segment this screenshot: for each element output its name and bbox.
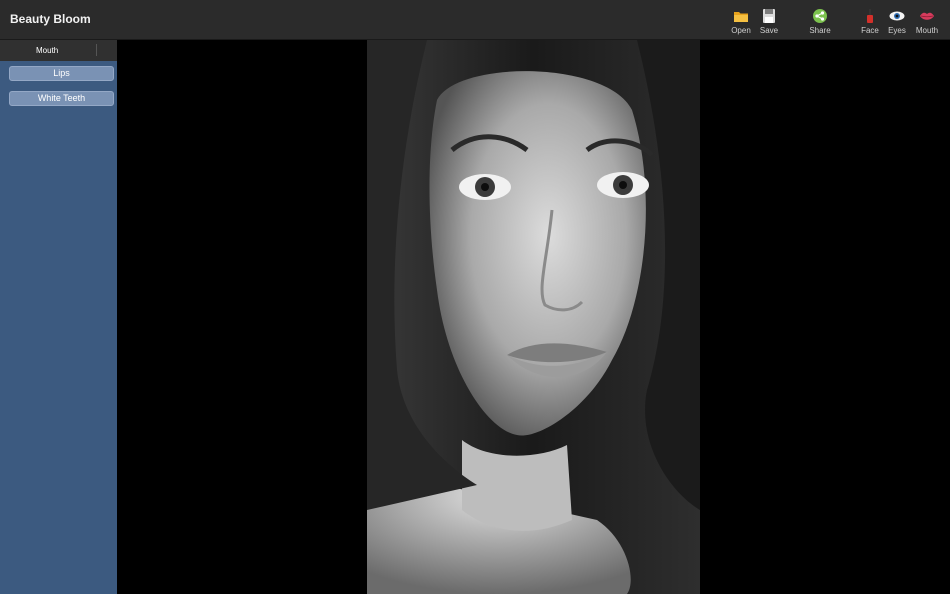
- portrait-photo: [367, 40, 700, 594]
- share-button[interactable]: Share: [800, 6, 840, 38]
- image-canvas[interactable]: [117, 40, 950, 594]
- tab-separator: [96, 44, 97, 56]
- save-label: Save: [759, 26, 779, 35]
- mouth-label: Mouth: [915, 26, 939, 35]
- mouth-button[interactable]: Mouth: [907, 6, 947, 38]
- nail-polish-icon: [867, 9, 873, 23]
- tab-mouth[interactable]: Mouth: [0, 40, 117, 61]
- portrait-image: [367, 40, 700, 594]
- share-icon: [813, 9, 827, 23]
- white-teeth-button[interactable]: White Teeth: [9, 91, 114, 106]
- folder-icon: [734, 12, 748, 22]
- floppy-disk-icon: [763, 9, 775, 23]
- share-label: Share: [809, 26, 831, 35]
- sidebar: Mouth Lips White Teeth: [0, 40, 117, 594]
- toolbar: Beauty Bloom Open Save Share Face Eyes M…: [0, 0, 950, 40]
- app-title: Beauty Bloom: [10, 12, 91, 26]
- save-button[interactable]: Save: [749, 6, 789, 38]
- lips-icon: [920, 12, 934, 20]
- tab-mouth-label: Mouth: [36, 46, 59, 55]
- lips-button[interactable]: Lips: [9, 66, 114, 81]
- eye-icon: [889, 11, 905, 21]
